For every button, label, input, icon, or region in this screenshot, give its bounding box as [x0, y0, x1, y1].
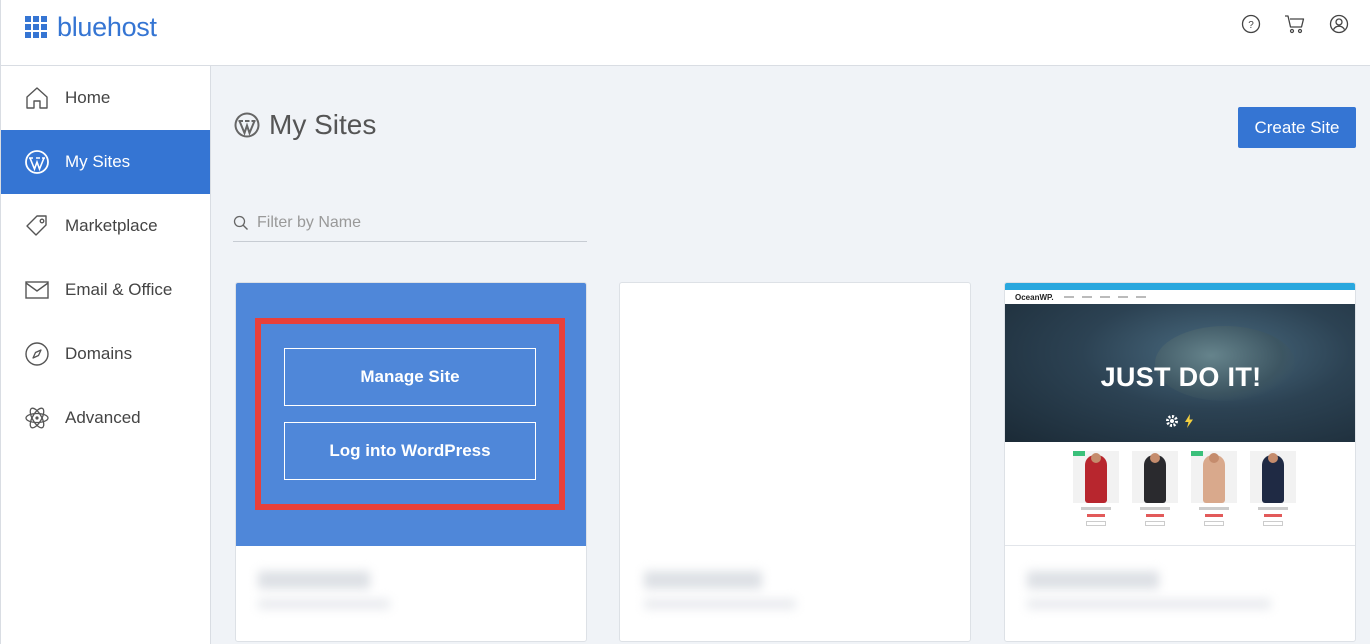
thumb-hero-text: JUST DO IT!: [1100, 362, 1262, 392]
thumb-topbar: [1005, 283, 1355, 290]
thumb-hero: JUST DO IT!: [1005, 304, 1355, 442]
thumb-product: [1073, 451, 1119, 526]
tag-icon: [23, 212, 51, 240]
site-name-blurred: [258, 571, 370, 589]
logo-text: bluehost: [57, 12, 157, 42]
gear-icon: [1166, 415, 1178, 427]
page-title-text: My Sites: [269, 109, 377, 140]
create-site-button[interactable]: Create Site: [1238, 107, 1356, 148]
help-icon[interactable]: ?: [1240, 13, 1262, 35]
bluehost-logo[interactable]: bluehost: [25, 12, 157, 42]
main-content: My Sites Create Site Manage Site Log int…: [211, 66, 1370, 644]
search-icon: [233, 215, 248, 230]
manage-site-button[interactable]: Manage Site: [284, 348, 536, 406]
thumb-menu: [1063, 296, 1146, 298]
sidebar-item-label: Advanced: [65, 408, 141, 427]
sidebar-item-label: My Sites: [65, 152, 131, 171]
top-header: bluehost ?: [0, 0, 1370, 66]
cart-icon[interactable]: [1284, 13, 1306, 35]
sidebar-item-label: Email & Office: [65, 280, 173, 299]
thumb-hero-icons: [1165, 414, 1194, 428]
home-icon: [23, 84, 51, 112]
site-card[interactable]: OceanWP. JUST DO IT!: [1004, 282, 1356, 642]
log-into-wordpress-button[interactable]: Log into WordPress: [284, 422, 536, 480]
filter-input[interactable]: [257, 213, 577, 232]
thumb-product: [1250, 451, 1296, 526]
sidebar-item-email-office[interactable]: Email & Office: [1, 258, 210, 322]
site-name-blurred: [1027, 571, 1159, 589]
mail-icon: [23, 276, 51, 304]
svg-text:?: ?: [1248, 20, 1254, 31]
sidebar-item-advanced[interactable]: Advanced: [1, 386, 210, 450]
thumb-nav: OceanWP.: [1005, 290, 1355, 304]
thumb-product: [1191, 451, 1237, 526]
filter-by-name[interactable]: [233, 204, 587, 242]
thumb-product: [1132, 451, 1178, 526]
sidebar-item-home[interactable]: Home: [1, 66, 210, 130]
site-url-blurred: [644, 599, 796, 609]
sidebar-item-label: Marketplace: [65, 216, 158, 235]
site-name-blurred: [644, 571, 762, 589]
page-title: My Sites: [233, 109, 376, 141]
header-actions: ?: [1240, 13, 1350, 35]
sidebar-item-domains[interactable]: Domains: [1, 322, 210, 386]
user-icon[interactable]: [1328, 13, 1350, 35]
atom-icon: [23, 404, 51, 432]
compass-icon: [23, 340, 51, 368]
lightning-icon: [1185, 414, 1193, 428]
site-url-blurred: [258, 599, 390, 609]
wordpress-icon: [234, 112, 260, 138]
site-card[interactable]: [619, 282, 971, 642]
sidebar: Home My Sites Marketplace Email & Office…: [0, 66, 211, 644]
site-card[interactable]: Manage Site Log into WordPress: [235, 282, 587, 642]
sidebar-item-marketplace[interactable]: Marketplace: [1, 194, 210, 258]
highlight-box: [255, 318, 565, 510]
site-thumbnail: OceanWP. JUST DO IT!: [1005, 283, 1355, 546]
thumb-products: [1073, 451, 1296, 526]
wordpress-icon: [23, 148, 51, 176]
sidebar-item-label: Domains: [65, 344, 133, 363]
sidebar-item-label: Home: [65, 88, 111, 107]
logo-grid-icon: [25, 16, 47, 38]
site-card-hover-overlay: Manage Site Log into WordPress: [236, 283, 586, 546]
sidebar-item-my-sites[interactable]: My Sites: [1, 130, 210, 194]
site-url-blurred: [1027, 599, 1271, 609]
thumb-brand: OceanWP.: [1015, 292, 1054, 302]
